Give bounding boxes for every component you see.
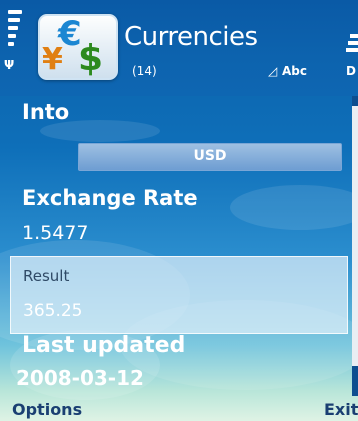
result-field[interactable]: Result 365.25 xyxy=(10,256,348,334)
app-screen: Ψ € ¥ $ Currencies (14) ◿ Abc D Into USD… xyxy=(0,0,358,421)
yen-icon: ¥ xyxy=(42,42,63,77)
last-updated-label: Last updated xyxy=(22,333,186,358)
scrollbar[interactable] xyxy=(352,96,358,396)
exit-softkey[interactable]: Exit xyxy=(324,400,358,419)
scrollbar-thumb[interactable] xyxy=(352,106,358,366)
battery-label: D xyxy=(346,64,356,78)
background-glow xyxy=(230,185,358,230)
into-currency-value: USD xyxy=(193,148,227,164)
antenna-icon: Ψ xyxy=(4,58,15,72)
result-value: 365.25 xyxy=(23,301,83,321)
options-softkey[interactable]: Options xyxy=(12,400,82,419)
dollar-icon: $ xyxy=(78,38,104,79)
into-currency-field[interactable]: USD xyxy=(78,143,342,171)
exchange-rate-label: Exchange Rate xyxy=(22,186,198,210)
into-label: Into xyxy=(22,100,70,124)
pen-input-icon: ◿ xyxy=(268,64,278,78)
exchange-rate-value: 1.5477 xyxy=(22,222,89,244)
last-updated-value: 2008-03-12 xyxy=(16,366,144,390)
result-label: Result xyxy=(23,267,70,285)
input-mode-indicator: Abc xyxy=(282,64,307,78)
item-count: (14) xyxy=(132,64,157,78)
currency-app-icon: € ¥ $ xyxy=(38,14,118,80)
app-title: Currencies xyxy=(124,22,258,52)
title-bar: Ψ € ¥ $ Currencies (14) ◿ Abc D xyxy=(0,0,358,96)
